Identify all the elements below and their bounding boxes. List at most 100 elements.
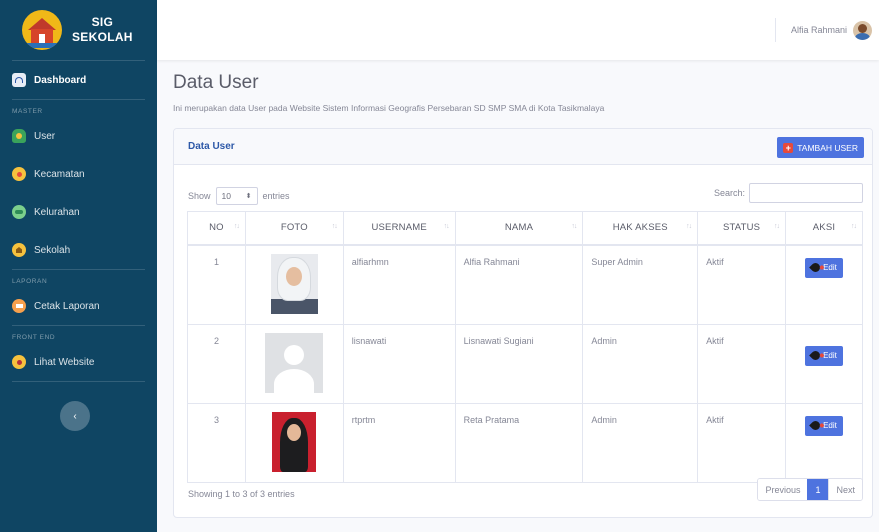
cell-nama: Reta Pratama <box>454 402 584 483</box>
table-header-row: NO ↑↓ FOTO ↑↓ USERNAME ↑↓ NAMA ↑↓ HAK AKSES ↑… <box>187 211 863 246</box>
cell-status: Aktif <box>697 402 786 483</box>
cell-hak-akses: Admin <box>582 402 699 483</box>
location-icon <box>12 167 26 181</box>
user-photo <box>270 253 318 314</box>
cell-aksi: Edit <box>785 244 863 325</box>
edit-button[interactable]: Edit <box>805 415 843 436</box>
cell-status: Aktif <box>697 323 786 404</box>
map-icon <box>12 205 26 219</box>
users-icon <box>12 129 26 143</box>
sort-icon: ↑↓ <box>774 223 780 230</box>
sort-icon: ↑↓ <box>233 223 240 230</box>
cell-username: alfiarhmn <box>342 244 456 325</box>
cell-no: 2 <box>187 323 246 404</box>
cell-no: 3 <box>187 402 246 483</box>
eye-icon <box>12 355 26 369</box>
sidebar-item-label: Dashboard <box>34 74 87 86</box>
show-label: Show <box>188 191 211 201</box>
column-header-aksi[interactable]: AKSI ↑↓ <box>785 211 863 246</box>
cell-no: 1 <box>187 244 246 325</box>
entries-select[interactable]: 10 ⬍ <box>215 187 258 205</box>
column-header-hak-akses[interactable]: HAK AKSES ↑↓ <box>582 211 699 246</box>
sort-icon: ↑↓ <box>851 223 857 230</box>
add-user-button[interactable]: + TAMBAH USER <box>777 137 864 158</box>
dashboard-icon <box>12 73 26 87</box>
pagination-page-1[interactable]: 1 <box>807 479 829 500</box>
sort-icon: ↑↓ <box>686 223 692 230</box>
pagination-next[interactable]: Next <box>828 479 862 500</box>
sidebar-item-kecamatan[interactable]: Kecamatan <box>0 155 157 193</box>
table-info: Showing 1 to 3 of 3 entries <box>188 489 295 499</box>
edit-button[interactable]: Edit <box>805 345 843 366</box>
user-table: NO ↑↓ FOTO ↑↓ USERNAME ↑↓ NAMA ↑↓ HAK AKSES ↑… <box>187 211 863 483</box>
table-row: 2 lisnawati Lisnawati Sugiani Admin Akti… <box>187 323 863 404</box>
table-row: 3 rtprtm Reta Pratama Admin Aktif Edit <box>187 402 863 483</box>
column-header-foto[interactable]: FOTO ↑↓ <box>244 211 344 246</box>
sidebar-item-sekolah[interactable]: Sekolah <box>0 231 157 269</box>
sidebar-heading-laporan: LAPORAN <box>12 278 48 285</box>
user-name[interactable]: Alfia Rahmani <box>791 25 847 35</box>
column-header-no[interactable]: NO ↑↓ <box>187 211 246 246</box>
column-header-nama[interactable]: NAMA ↑↓ <box>454 211 584 246</box>
cell-foto <box>244 323 344 404</box>
column-header-username[interactable]: USERNAME ↑↓ <box>342 211 456 246</box>
data-user-card: Data User + TAMBAH USER Show 10 ⬍ entrie… <box>173 128 873 518</box>
search-label: Search: <box>713 188 745 198</box>
brand[interactable]: SIG SEKOLAH <box>0 0 157 60</box>
cell-status: Aktif <box>697 244 786 325</box>
entries-length-control: Show 10 ⬍ entries <box>188 187 290 205</box>
edit-button[interactable]: Edit <box>805 257 843 278</box>
sidebar-item-user[interactable]: User <box>0 117 157 155</box>
entries-value: 10 <box>221 191 231 201</box>
table-row: 1 alfiarhmn Alfia Rahmani Super Admin Ak… <box>187 244 863 325</box>
sidebar-item-label: Sekolah <box>34 244 71 256</box>
column-header-status[interactable]: STATUS ↑↓ <box>697 211 786 246</box>
add-user-label: TAMBAH USER <box>797 142 858 153</box>
sort-icon: ↑↓ <box>331 223 338 230</box>
pagination-previous[interactable]: Previous <box>758 479 808 500</box>
sidebar-item-lihat-website[interactable]: Lihat Website <box>0 343 157 381</box>
school-logo-icon <box>22 10 62 50</box>
sidebar-item-label: Cetak Laporan <box>34 300 100 312</box>
cell-hak-akses: Admin <box>582 323 699 404</box>
user-photo-placeholder <box>265 332 324 393</box>
sidebar-item-label: Kelurahan <box>34 206 80 218</box>
pencil-icon <box>809 349 822 362</box>
cell-username: rtprtm <box>342 402 456 483</box>
sidebar-item-kelurahan[interactable]: Kelurahan <box>0 193 157 231</box>
pencil-icon <box>809 261 822 274</box>
sort-icon: ↑↓ <box>443 223 450 230</box>
sidebar-item-label: User <box>34 130 56 142</box>
chevron-left-icon: ‹ <box>73 410 77 422</box>
search-input[interactable] <box>749 183 863 203</box>
sidebar-item-label: Lihat Website <box>34 356 95 368</box>
sidebar-item-dashboard[interactable]: Dashboard <box>0 61 157 99</box>
cell-nama: Alfia Rahmani <box>454 244 584 325</box>
card-title: Data User <box>188 141 235 152</box>
sidebar-heading-master: MASTER <box>12 108 43 115</box>
sidebar-item-cetak-laporan[interactable]: Cetak Laporan <box>0 287 157 325</box>
brand-line2: SEKOLAH <box>72 30 133 44</box>
sidebar-toggle-button[interactable]: ‹ <box>60 401 90 431</box>
user-photo <box>272 411 317 472</box>
page-subtitle: Ini merupakan data User pada Website Sis… <box>173 103 605 113</box>
search-control: Search: <box>714 183 863 203</box>
sidebar-heading-front-end: FRONT END <box>12 334 56 341</box>
printer-icon <box>12 299 26 313</box>
brand-line1: SIG <box>91 15 114 29</box>
cell-aksi: Edit <box>785 402 863 483</box>
sort-icon: ↑↓ <box>571 223 577 230</box>
topbar-divider <box>775 18 776 42</box>
cell-foto <box>244 402 344 483</box>
card-header: Data User + TAMBAH USER <box>174 129 872 165</box>
sidebar-item-label: Kecamatan <box>34 168 85 180</box>
cell-hak-akses: Super Admin <box>582 244 699 325</box>
chevron-updown-icon: ⬍ <box>245 193 252 200</box>
pagination: Previous 1 Next <box>757 478 863 501</box>
plus-icon: + <box>783 142 794 153</box>
avatar[interactable] <box>853 21 872 40</box>
cell-username: lisnawati <box>342 323 456 404</box>
brand-text: SIG SEKOLAH <box>72 15 133 45</box>
pencil-icon <box>809 419 822 432</box>
sidebar-divider <box>12 381 145 382</box>
